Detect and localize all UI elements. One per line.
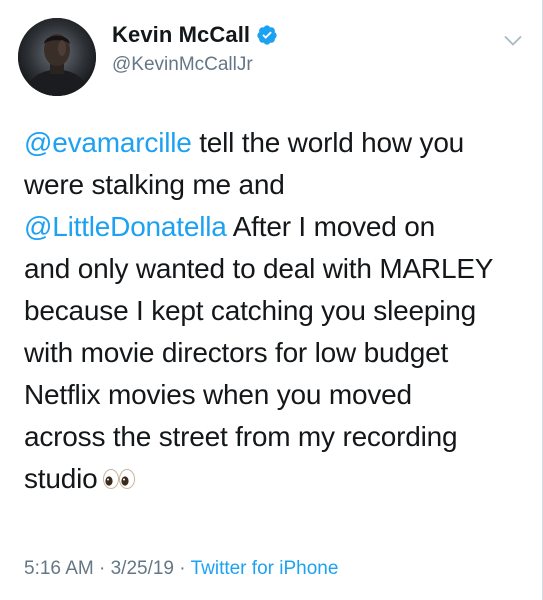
mention-link[interactable]: @evamarcille — [24, 127, 192, 158]
tweet-line: @LittleDonatella After I moved on — [24, 206, 529, 248]
tweet-text: @evamarcille tell the world how you were … — [24, 122, 529, 502]
tweet-text-segment: across the street from my recording — [24, 421, 458, 452]
tweet-text-segment: Netflix movies when you moved — [24, 379, 412, 410]
tweet-line: were stalking me and — [24, 164, 529, 206]
verified-badge-icon — [256, 24, 278, 46]
tweet-line: because I kept catching you sleeping — [24, 290, 529, 332]
meta-separator: · — [93, 558, 111, 579]
tweet-line: and only wanted to deal with MARLEY — [24, 248, 529, 290]
display-name[interactable]: Kevin McCall — [112, 22, 250, 48]
mention-link[interactable]: @LittleDonatella — [24, 211, 227, 242]
tweet-time[interactable]: 5:16 AM — [24, 558, 94, 579]
tweet-line: with movie directors for low budget — [24, 332, 529, 374]
tweet-meta: 5:16 AM · 3/25/19 · Twitter for iPhone — [24, 558, 338, 580]
tweet-text-segment: because I kept catching you sleeping — [24, 295, 476, 326]
user-handle[interactable]: @KevinMcCallJr — [112, 54, 253, 76]
tweet-date[interactable]: 3/25/19 — [111, 558, 174, 579]
tweet-text-segment: After I moved on — [226, 211, 435, 242]
tweet-line: Netflix movies when you moved — [24, 374, 529, 416]
tweet-text-segment: were stalking me and — [24, 169, 285, 200]
tweet-source-link[interactable]: Twitter for iPhone — [191, 558, 339, 579]
tweet-line: @evamarcille tell the world how you — [24, 122, 529, 164]
avatar-photo — [18, 18, 96, 96]
tweet-text-segment: with movie directors for low budget — [24, 337, 449, 368]
meta-separator: · — [174, 558, 191, 579]
eyes-icon — [102, 460, 136, 502]
tweet-line: across the street from my recording — [24, 416, 529, 458]
user-name-row[interactable]: Kevin McCall — [112, 22, 278, 48]
tweet-text-segment: studio — [24, 463, 98, 494]
tweet-text-segment: tell the world how you — [191, 127, 465, 158]
tweet-text-segment: and only wanted to deal with MARLEY — [24, 253, 494, 284]
tweet-card: Kevin McCall @KevinMcCallJr @evamarcille… — [0, 0, 543, 600]
tweet-line: studio — [24, 458, 529, 502]
chevron-down-icon[interactable] — [504, 34, 522, 46]
user-avatar[interactable] — [18, 18, 96, 96]
